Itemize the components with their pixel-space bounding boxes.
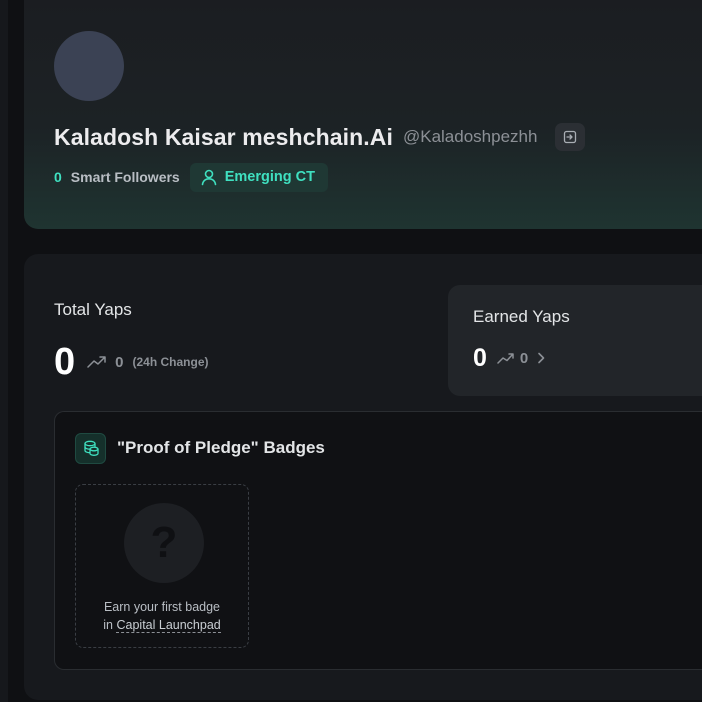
avatar	[54, 31, 124, 101]
tier-badge: Emerging CT	[189, 162, 328, 192]
empty-badge-in: in	[103, 618, 113, 632]
smart-followers-count: 0	[54, 169, 62, 185]
chevron-right-icon[interactable]	[536, 352, 546, 364]
earned-yaps-row[interactable]: 0 0	[473, 342, 546, 374]
total-yaps-row: 0 0 (24h Change)	[54, 340, 209, 384]
trend-up-icon	[87, 355, 107, 369]
display-name: Kaladosh Kaisar meshchain.Ai	[54, 123, 393, 150]
question-icon: ?	[124, 503, 204, 583]
profile-stats: 0 Smart Followers Emerging CT	[54, 162, 328, 192]
name-row: Kaladosh Kaisar meshchain.Ai @Kaladoshpe…	[54, 118, 586, 156]
tier-label: Emerging CT	[224, 169, 315, 185]
sidebar-edge	[0, 0, 8, 702]
empty-badge-slot: ? Earn your first badge in Capital Launc…	[75, 484, 249, 648]
badges-header: "Proof of Pledge" Badges	[75, 432, 325, 464]
empty-badge-prefix: Earn your first badge	[103, 600, 221, 614]
earned-yaps-title: Earned Yaps	[473, 307, 570, 326]
earned-yaps-change: 0	[519, 349, 529, 367]
user-icon	[201, 169, 217, 186]
badges-title: "Proof of Pledge" Badges	[117, 438, 325, 457]
change-period-note: (24h Change)	[132, 355, 209, 369]
coins-icon	[75, 432, 106, 464]
empty-badge-text: Earn your first badge in Capital Launchp…	[76, 598, 248, 634]
smart-followers-label: Smart Followers	[70, 169, 180, 185]
total-yaps-change: 0	[115, 353, 124, 371]
user-handle[interactable]: @Kaladoshpezhh	[403, 127, 537, 147]
earned-yaps-card[interactable]	[448, 285, 702, 396]
capital-launchpad-link[interactable]: Capital Launchpad	[116, 618, 221, 633]
trend-up-icon	[497, 352, 515, 365]
external-link-icon	[564, 130, 577, 144]
total-yaps-title: Total Yaps	[54, 300, 132, 319]
total-yaps-value: 0	[54, 341, 76, 383]
external-link-button[interactable]	[555, 123, 586, 151]
earned-yaps-value: 0	[473, 343, 487, 372]
profile-card	[24, 0, 702, 229]
